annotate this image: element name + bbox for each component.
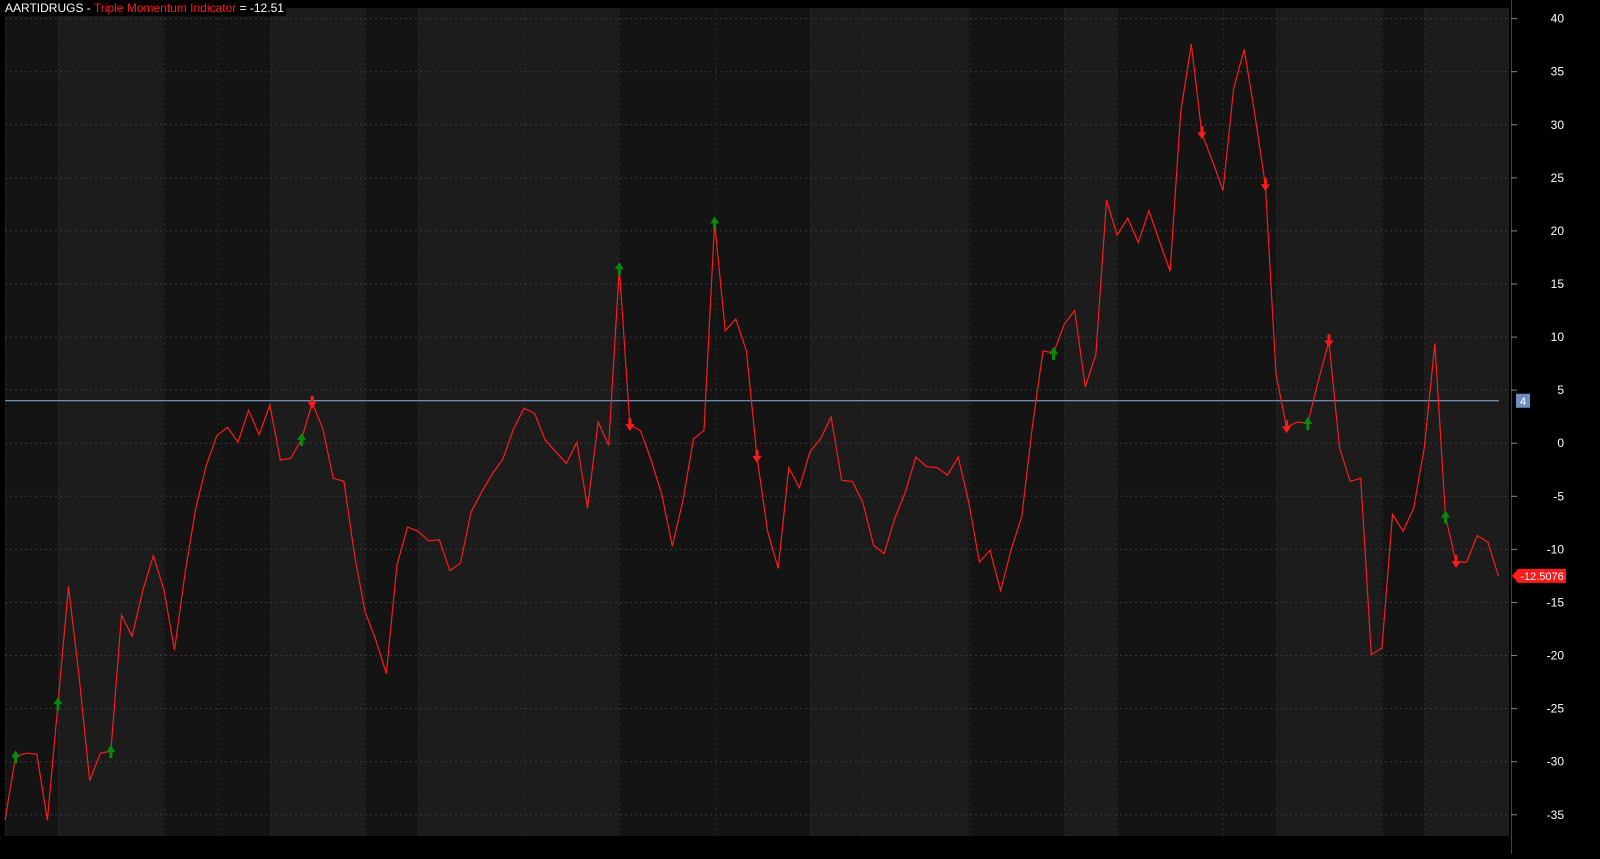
y-tick-label: 40 (1551, 12, 1565, 26)
symbol-label: AARTIDRUGS (5, 1, 84, 15)
background-band (365, 8, 419, 836)
y-tick-label: 20 (1551, 224, 1565, 238)
background-band (968, 8, 1065, 836)
arrow-shaft (1285, 420, 1289, 427)
background-band (418, 8, 524, 836)
last-value-badge: -12.5076 (1512, 568, 1566, 583)
arrow-shaft (1306, 424, 1310, 431)
background-band (1424, 8, 1509, 836)
arrow-shaft (713, 223, 717, 230)
header-equals: = (236, 1, 250, 15)
background-band (5, 8, 58, 836)
background-band (714, 8, 810, 836)
indicator-name: Triple Momentum Indicator (93, 1, 237, 15)
arrow-shaft (1052, 354, 1056, 360)
arrow-shaft (755, 450, 759, 457)
background-band (809, 8, 863, 836)
y-tick-label: 0 (1557, 436, 1564, 450)
y-tick-label: -25 (1547, 702, 1565, 716)
arrow-shaft (1200, 126, 1204, 133)
background-band (619, 8, 715, 836)
arrow-shaft (300, 439, 304, 446)
arrow-shaft (628, 418, 632, 425)
arrow-shaft (109, 752, 113, 759)
background-band (163, 8, 217, 836)
y-tick-label: -5 (1553, 489, 1564, 503)
arrow-shaft (617, 269, 621, 276)
arrow-shaft (1454, 555, 1458, 562)
background-band (1064, 8, 1118, 836)
background-bands (0, 0, 1600, 854)
y-tick-label: 15 (1551, 277, 1565, 291)
y-tick-label: -20 (1547, 649, 1565, 663)
threshold-badge: 4 (1516, 393, 1530, 408)
arrow-shaft (1327, 334, 1331, 341)
arrow-shaft (1443, 517, 1447, 524)
background-band (57, 8, 164, 836)
y-tick-label: 10 (1551, 330, 1565, 344)
chart-svg[interactable]: 40 35 30 25 20 15 10 5 0 -5 -10 -15 -20 -25 -30 -35 4 -12… (0, 0, 1600, 854)
threshold-badge-label: 4 (1520, 396, 1526, 408)
y-tick-label: 30 (1551, 118, 1565, 132)
y-tick-label: -15 (1547, 595, 1565, 609)
last-value-label: -12.5076 (1520, 571, 1563, 583)
y-tick-label: -30 (1547, 755, 1565, 769)
chart-header: AARTIDRUGS - Triple Momentum Indicator =… (3, 1, 286, 16)
arrow-shaft (14, 757, 18, 764)
background-band (1223, 8, 1276, 836)
y-tick-label: 25 (1551, 171, 1565, 185)
indicator-current-value: -12.51 (249, 1, 284, 15)
background-band (1381, 8, 1425, 836)
arrow-shaft (56, 704, 60, 711)
background-band (216, 8, 270, 836)
header-separator: - (83, 1, 94, 15)
background-band (1117, 8, 1224, 836)
arrow-shaft (1263, 178, 1267, 185)
background-band (1275, 8, 1382, 836)
y-tick-label: -10 (1547, 542, 1565, 556)
momentum-chart[interactable]: 40 35 30 25 20 15 10 5 0 -5 -10 -15 -20 -25 -30 -35 4 -12… (0, 0, 1600, 854)
background-band (269, 8, 366, 836)
y-tick-label: 5 (1557, 383, 1564, 397)
background-band (862, 8, 969, 836)
y-tick-label: -35 (1547, 808, 1565, 822)
y-tick-label: 35 (1551, 65, 1565, 79)
arrow-shaft (310, 395, 314, 402)
